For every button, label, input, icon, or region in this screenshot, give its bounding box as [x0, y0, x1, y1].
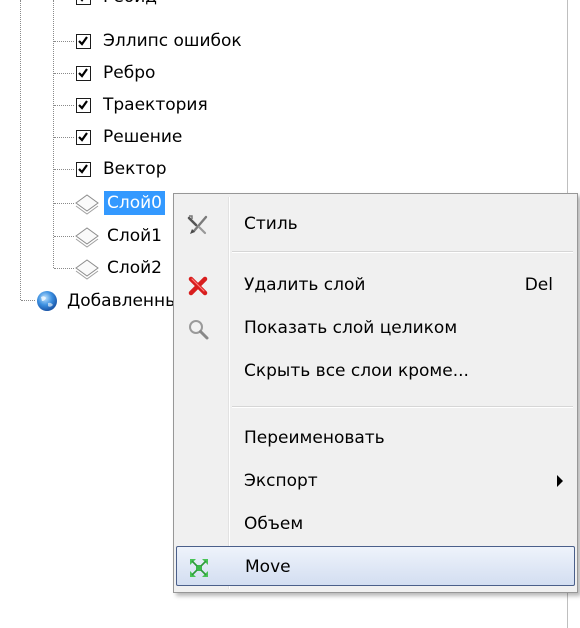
layer-icon — [75, 227, 99, 248]
menu-item-export[interactable]: Экспорт — [176, 461, 575, 501]
checkmark-icon — [78, 35, 88, 46]
menu-separator — [232, 251, 573, 253]
tree-item-label: Слой2 — [107, 258, 163, 278]
tree-item-label: Вектор — [103, 159, 167, 179]
tree-line — [54, 41, 74, 42]
submenu-arrow-icon — [557, 475, 563, 487]
checkmark-icon — [78, 163, 88, 174]
tree-line — [54, 268, 74, 269]
tree-item-label: Решение — [103, 127, 183, 147]
tree-item-label: Слой1 — [107, 226, 163, 246]
delete-x-icon — [188, 276, 208, 296]
menu-item-label: Стиль — [244, 214, 298, 234]
menu-item-label: Скрыть все слои кроме... — [244, 361, 469, 381]
checkmark-icon — [78, 99, 88, 110]
checkbox[interactable] — [76, 161, 91, 177]
menu-item-label: Показать слой целиком — [244, 318, 458, 338]
tree-line — [54, 203, 74, 204]
magnifier-icon — [189, 320, 209, 340]
tree-item-layer1[interactable]: Слой1 — [74, 221, 165, 251]
tree-item-geoid[interactable]: Геоид — [76, 0, 160, 12]
menu-item-hide-other-layers[interactable]: Скрыть все слои кроме... — [176, 351, 575, 391]
menu-item-move[interactable]: Move — [176, 546, 575, 586]
checkmark-icon — [78, 67, 88, 78]
tree-item-trajectory[interactable]: Траектория — [76, 90, 211, 120]
tree-item-label: Эллипс ошибок — [103, 31, 242, 51]
tree-line — [20, 0, 21, 300]
tree-line — [54, 137, 74, 138]
checkbox[interactable] — [76, 33, 91, 49]
layer-icon — [75, 194, 99, 215]
tree-item-error-ellipse[interactable]: Эллипс ошибок — [76, 26, 245, 56]
menu-item-label: Переименовать — [244, 428, 385, 448]
menu-item-zoom-to-layer[interactable]: Показать слой целиком — [176, 308, 575, 348]
style-tools-icon — [187, 215, 208, 235]
tree-item-label: Слой0 — [104, 191, 166, 215]
tree-item-label: Геоид — [100, 0, 160, 9]
menu-item-label: Экспорт — [244, 471, 318, 491]
menu-item-volume[interactable]: Объем — [176, 504, 575, 544]
tree-line — [54, 73, 74, 74]
checkmark-icon — [78, 131, 88, 142]
context-menu: Стиль Удалить слой Del Показать слой цел… — [173, 193, 578, 593]
menu-item-label: Объем — [244, 514, 304, 534]
tree-line — [54, 105, 74, 106]
tree-item-layer0[interactable]: Слой0 — [74, 188, 166, 218]
menu-item-style[interactable]: Стиль — [176, 204, 575, 244]
menu-item-delete-layer[interactable]: Удалить слой Del — [176, 265, 575, 305]
menu-item-label: Move — [245, 557, 291, 577]
tree-item-edge[interactable]: Ребро — [76, 58, 158, 88]
checkbox[interactable] — [76, 129, 91, 145]
tree-item-layer2[interactable]: Слой2 — [74, 253, 165, 283]
menu-separator — [232, 406, 573, 408]
menu-item-rename[interactable]: Переименовать — [176, 418, 575, 458]
tree-item-solution[interactable]: Решение — [76, 122, 185, 152]
checkmark-icon — [80, 0, 83, 2]
tree-item-label: Ребро — [103, 63, 156, 83]
tree-line — [54, 169, 74, 170]
checkbox[interactable] — [76, 97, 91, 113]
tree-line — [21, 300, 35, 301]
menu-item-label: Удалить слой — [244, 275, 366, 295]
tree-item-label: Траектория — [103, 95, 208, 115]
checkbox[interactable] — [76, 65, 91, 81]
checkbox[interactable] — [76, 0, 91, 5]
globe-icon — [37, 291, 57, 311]
layer-icon — [75, 259, 99, 280]
tree-item-vector[interactable]: Вектор — [76, 154, 169, 184]
move-arrows-icon — [190, 559, 208, 577]
menu-item-shortcut: Del — [524, 275, 553, 295]
tree-line — [54, 236, 74, 237]
tree-item-added[interactable]: Добавленные — [36, 286, 192, 316]
